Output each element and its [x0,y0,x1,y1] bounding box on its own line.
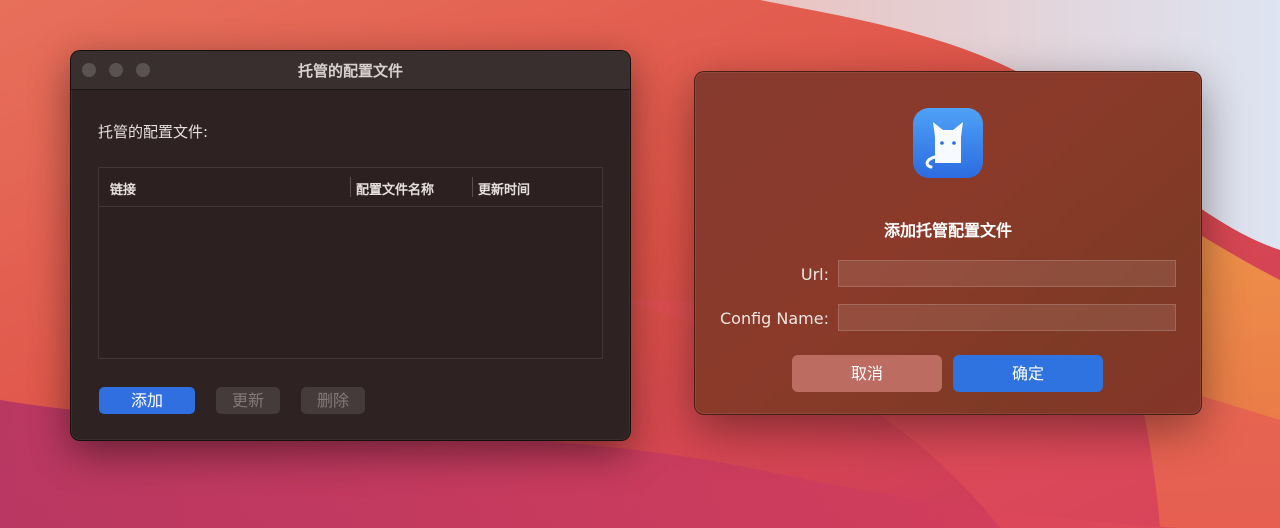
section-label: 托管的配置文件: [98,123,209,141]
dialog-title: 添加托管配置文件 [883,221,1012,240]
column-separator [472,177,473,197]
column-header-update-time[interactable]: 更新时间 [478,179,530,198]
cat-app-icon [913,108,983,178]
managed-configs-table[interactable]: 链接 配置文件名称 更新时间 [98,167,603,359]
managed-configs-window: 托管的配置文件 托管的配置文件: 链接 配置文件名称 更新时间 添加 更新 删除 [70,50,631,441]
column-header-config-name[interactable]: 配置文件名称 [356,179,434,198]
url-label: Url: [800,265,829,284]
add-managed-config-dialog: 添加托管配置文件 Url: Config Name: 取消 确定 [694,71,1202,415]
cancel-button[interactable]: 取消 [792,355,942,392]
table-header: 链接 配置文件名称 更新时间 [99,168,602,207]
window-titlebar[interactable]: 托管的配置文件 [71,51,630,90]
confirm-button[interactable]: 确定 [953,355,1103,392]
window-title: 托管的配置文件 [297,62,403,80]
config-name-label: Config Name: [719,309,829,328]
column-header-link[interactable]: 链接 [110,179,136,198]
config-name-input[interactable] [838,304,1176,331]
url-input[interactable] [838,260,1176,287]
column-separator [350,177,351,197]
add-button[interactable]: 添加 [99,387,195,414]
update-button[interactable]: 更新 [216,387,280,414]
delete-button[interactable]: 删除 [301,387,365,414]
